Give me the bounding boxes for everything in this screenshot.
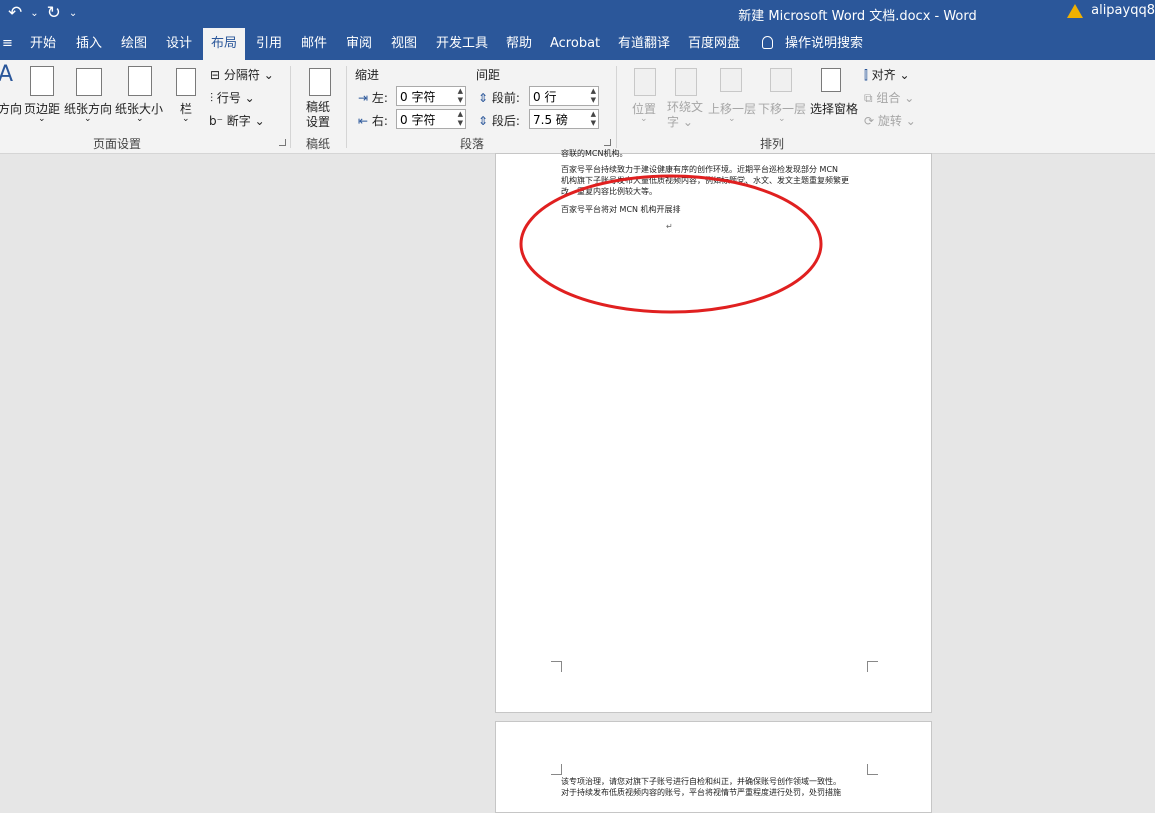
align-icon: ⫿ (864, 68, 872, 82)
spacing-after-label: ⇕ 段后: (478, 114, 520, 128)
size-icon[interactable] (128, 66, 152, 96)
rotate-button[interactable]: ⟳ 旋转 ⌄ (864, 112, 916, 129)
tab-review[interactable]: 审阅 (338, 28, 380, 60)
file-tab-stub[interactable]: ≡ (0, 28, 21, 60)
group-button[interactable]: ⧉ 组合 ⌄ (864, 89, 914, 106)
spacing-header: 间距 (476, 68, 501, 82)
group-divider (616, 66, 617, 148)
line-numbers-button[interactable]: ⫶ 行号 ⌄ (210, 89, 255, 106)
indent-left-input[interactable]: 0 字符 ▲ ▼ (396, 86, 466, 106)
crop-mark (551, 661, 562, 672)
ribbon-tabs: ≡ 开始 插入 绘图 设计 布局 引用 邮件 审阅 视图 开发工具 帮助 Acr… (0, 28, 1155, 60)
tab-insert[interactable]: 插入 (68, 28, 110, 60)
hyphenation-icon: b⁻ (209, 114, 227, 128)
ribbon-panel: A 方向 页边距 ⌄ 纸张方向 ⌄ 纸张大小 ⌄ 栏 ⌄ ⊟ 分隔符 ⌄ ⫶ 行… (0, 60, 1155, 154)
send-backward-dropdown-icon[interactable]: ⌄ (778, 114, 786, 124)
columns-icon[interactable] (176, 68, 196, 96)
user-name[interactable]: alipayqq8 (1091, 3, 1155, 18)
spin-arrows-icon[interactable]: ▲ ▼ (591, 110, 596, 128)
bring-forward-icon[interactable] (720, 68, 742, 92)
breaks-button[interactable]: ⊟ 分隔符 ⌄ (210, 66, 274, 83)
title-bar: ↶ ⌄ ↻ ⌄ 新建 Microsoft Word 文档.docx - Word… (0, 0, 1155, 28)
hyphenation-button[interactable]: b⁻ 断字 ⌄ (209, 112, 265, 129)
page-setup-group-label: 页面设置 (93, 137, 142, 151)
tab-help[interactable]: 帮助 (498, 28, 540, 60)
window-title: 新建 Microsoft Word 文档.docx - Word (0, 5, 1155, 24)
warning-icon (1067, 3, 1084, 18)
tab-draw[interactable]: 绘图 (113, 28, 155, 60)
arrange-group-label: 排列 (760, 137, 785, 151)
text-line: 对于持续发布低质视频内容的账号，平台将视情节严重程度进行处罚，处罚措施 (561, 788, 841, 797)
manuscript-icon[interactable] (309, 68, 331, 96)
tab-layout[interactable]: 布局 (203, 28, 246, 60)
tab-acrobat[interactable]: Acrobat (542, 28, 608, 60)
selection-pane-icon[interactable] (821, 68, 841, 92)
spin-arrows-icon[interactable]: ▲ ▼ (458, 87, 463, 105)
ellipse-shape (519, 174, 823, 314)
user-area[interactable]: alipayqq8 (1067, 3, 1155, 18)
wrap-text-icon[interactable] (675, 68, 697, 96)
crop-mark (867, 764, 878, 775)
group-icon: ⧉ (864, 91, 877, 105)
manuscript-settings-button[interactable]: 稿纸 设置 (306, 100, 330, 130)
group-divider (290, 66, 291, 148)
tell-me-search[interactable]: 操作说明搜索 (754, 28, 871, 60)
position-icon[interactable] (634, 68, 656, 96)
wrap-text-button[interactable]: 环绕文字 ⌄ (667, 100, 703, 130)
breaks-icon: ⊟ (210, 68, 224, 82)
spacing-before-icon: ⇕ (478, 91, 492, 105)
tab-youdao[interactable]: 有道翻译 (610, 28, 678, 60)
rotate-icon: ⟳ (864, 114, 878, 128)
orientation-icon[interactable] (76, 68, 102, 96)
bring-forward-dropdown-icon[interactable]: ⌄ (728, 114, 736, 124)
tab-mailings[interactable]: 邮件 (293, 28, 335, 60)
tab-design[interactable]: 设计 (158, 28, 200, 60)
spacing-after-icon: ⇕ (478, 114, 492, 128)
indent-right-icon: ⇤ (358, 114, 372, 128)
document-title: 新建 Microsoft Word 文档.docx - Word (738, 9, 977, 24)
size-dropdown-icon[interactable]: ⌄ (136, 114, 144, 124)
indent-right-input[interactable]: 0 字符 ▲ ▼ (396, 109, 466, 129)
paragraph-group-label: 段落 (460, 137, 485, 151)
columns-dropdown-icon[interactable]: ⌄ (182, 114, 190, 124)
document-page[interactable]: 该专项治理，请您对旗下子账号进行自检和纠正，并确保账号创作领域一致性。 对于持续… (495, 721, 932, 813)
position-dropdown-icon[interactable]: ⌄ (640, 114, 648, 124)
margins-icon[interactable] (30, 66, 54, 96)
crop-mark (867, 661, 878, 672)
indent-left-label: ⇥ 左: (358, 91, 388, 105)
paragraph-launcher-icon[interactable] (604, 139, 611, 146)
spacing-before-input[interactable]: 0 行 ▲ ▼ (529, 86, 599, 106)
spin-arrows-icon[interactable]: ▲ ▼ (458, 110, 463, 128)
red-ellipse-annotation (519, 174, 823, 314)
tab-developer[interactable]: 开发工具 (428, 28, 496, 60)
margins-dropdown-icon[interactable]: ⌄ (38, 114, 46, 124)
crop-mark (551, 764, 562, 775)
selection-pane-button[interactable]: 选择窗格 (810, 100, 858, 117)
text-direction-icon[interactable]: A (0, 62, 13, 87)
manuscript-group-label: 稿纸 (306, 137, 331, 151)
spacing-after-input[interactable]: 7.5 磅 ▲ ▼ (529, 109, 599, 129)
lightbulb-icon (762, 36, 773, 49)
indent-right-label: ⇤ 右: (358, 114, 388, 128)
group-divider (346, 66, 347, 148)
tab-home[interactable]: 开始 (22, 28, 64, 60)
line-numbers-icon: ⫶ (210, 91, 217, 105)
orientation-dropdown-icon[interactable]: ⌄ (84, 114, 92, 124)
text-line: 该专项治理，请您对旗下子账号进行自检和纠正，并确保账号创作领域一致性。 (561, 777, 841, 786)
tab-references[interactable]: 引用 (248, 28, 290, 60)
spacing-before-label: ⇕ 段前: (478, 91, 520, 105)
text-line: 容联的MCN机构。 (561, 149, 628, 158)
align-button[interactable]: ⫿ 对齐 ⌄ (864, 66, 910, 83)
indent-header: 缩进 (355, 68, 380, 82)
indent-left-icon: ⇥ (358, 91, 372, 105)
spin-arrows-icon[interactable]: ▲ ▼ (591, 87, 596, 105)
tab-view[interactable]: 视图 (383, 28, 425, 60)
send-backward-icon[interactable] (770, 68, 792, 92)
tab-baidu-netdisk[interactable]: 百度网盘 (680, 28, 748, 60)
page-setup-launcher-icon[interactable] (279, 139, 286, 146)
text-direction-button[interactable]: 方向 (0, 100, 22, 117)
tell-me-label: 操作说明搜索 (785, 36, 864, 51)
